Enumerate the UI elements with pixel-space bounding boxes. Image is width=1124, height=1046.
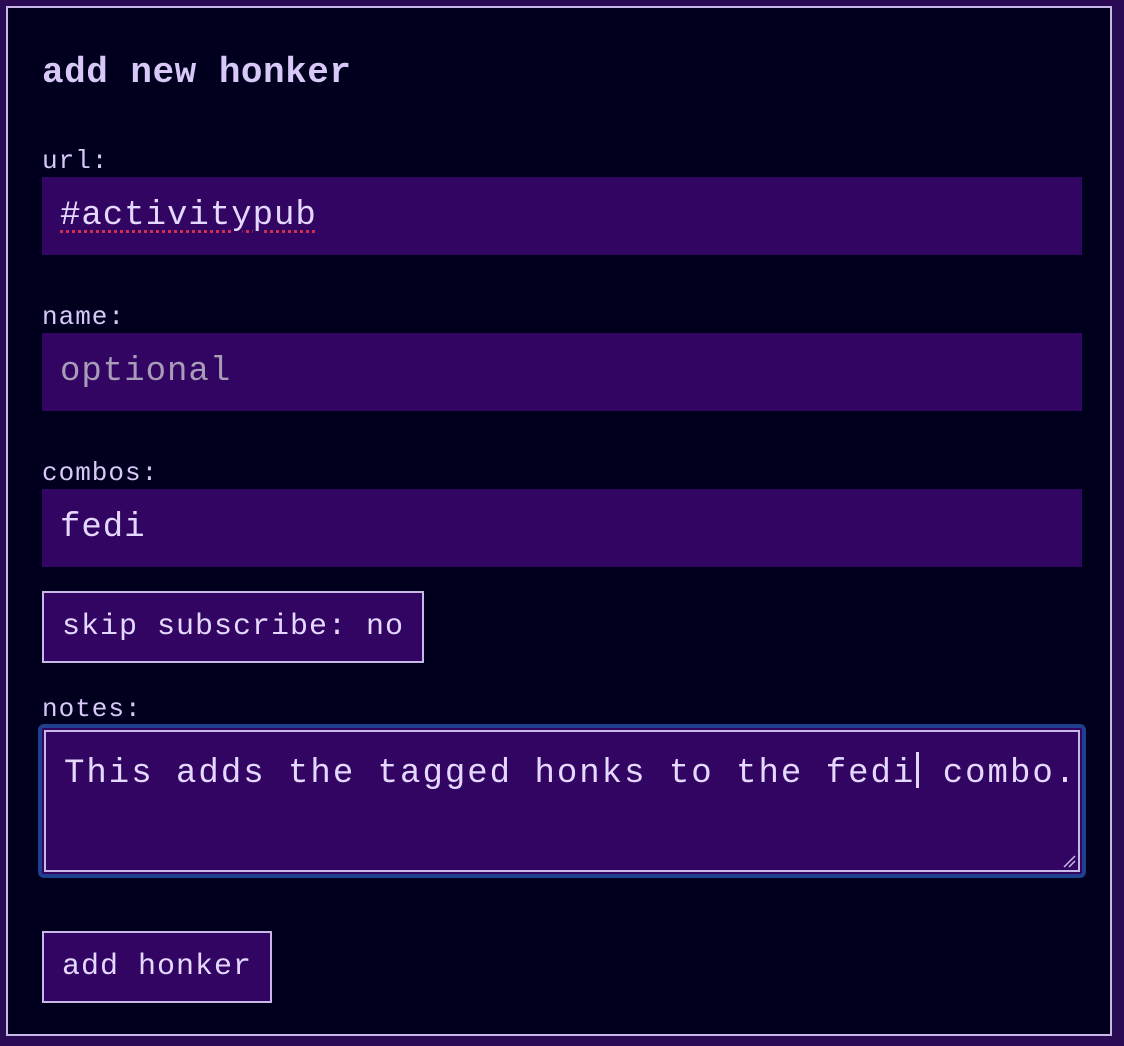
combos-label: combos: [42,458,159,488]
skip-subscribe-toggle[interactable]: skip subscribe: no [42,591,425,663]
notes-textarea[interactable]: This adds the tagged honks to the fedi c… [44,730,1080,872]
notes-text-before-caret: This adds the tagged honks to the fedi [64,755,916,793]
name-input[interactable]: optional [42,333,1082,411]
url-label: url: [42,146,109,176]
name-placeholder: optional [60,353,232,391]
notes-focus-ring: This adds the tagged honks to the fedi c… [38,724,1086,878]
text-caret [916,752,920,788]
name-label: name: [42,302,126,332]
notes-text-after-caret: combo. [920,755,1078,793]
add-honker-label: add honker [62,950,253,984]
page-title: add new honker [42,52,352,93]
notes-label: notes: [42,694,142,724]
add-honker-panel: add new honker url: #activitypub name: o… [6,6,1112,1036]
combos-value: fedi [60,509,146,547]
url-input[interactable]: #activitypub [42,177,1082,255]
add-honker-button[interactable]: add honker [42,931,273,1003]
combos-input[interactable]: fedi [42,489,1082,567]
skip-subscribe-label: skip subscribe: no [62,610,405,644]
resize-handle-icon[interactable] [1062,854,1076,868]
url-value: #activitypub [60,197,317,235]
